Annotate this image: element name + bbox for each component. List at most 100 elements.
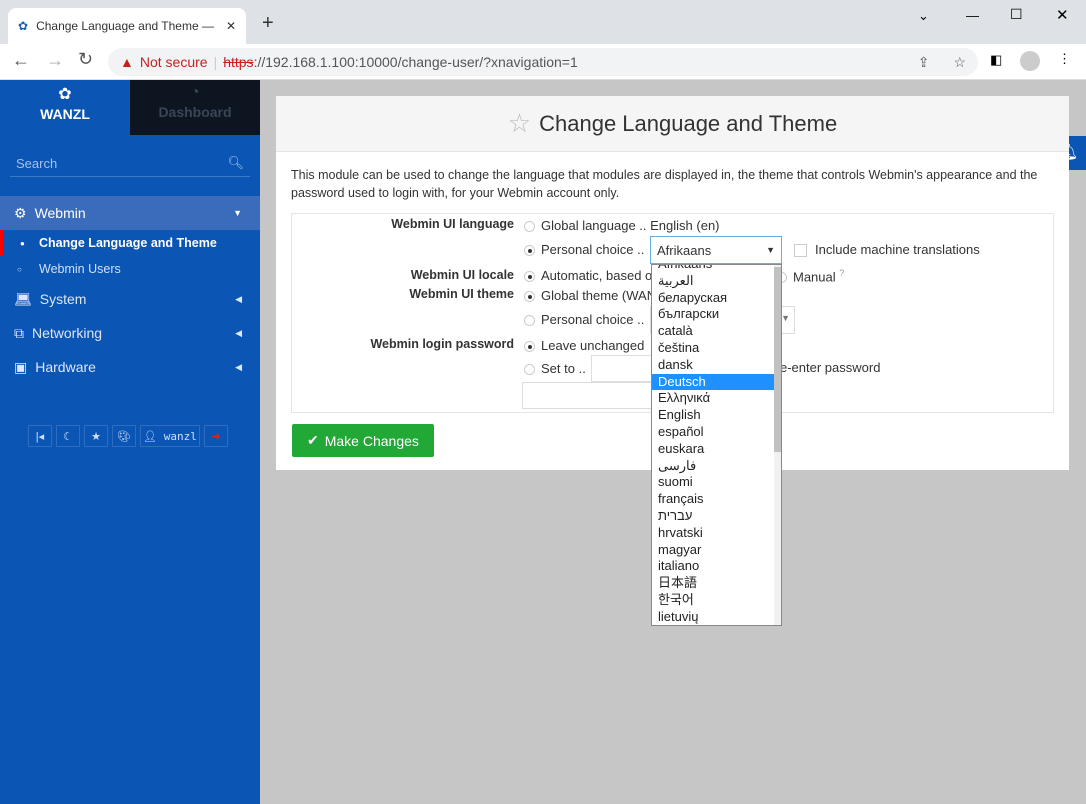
lang-global-radio[interactable]: Global language .. English (en): [524, 218, 720, 233]
sidebar-subitem-webmin-users[interactable]: ○ Webmin Users: [0, 256, 260, 282]
option-label: Manual: [793, 269, 836, 285]
sidepanel-icon[interactable]: ◧: [990, 52, 1002, 68]
dropdown-option[interactable]: magyar: [652, 542, 781, 559]
dropdown-option[interactable]: euskara: [652, 441, 781, 458]
radio[interactable]: [524, 291, 535, 303]
star-icon[interactable]: ★: [84, 425, 108, 447]
sidebar-item-system[interactable]: 💻︎ System ◀: [0, 282, 260, 316]
radio[interactable]: [524, 221, 535, 233]
theme-global-radio[interactable]: Global theme (WAN: [524, 288, 656, 303]
dropdown-option[interactable]: Ελληνικά: [652, 390, 781, 407]
option-label: Personal choice ..: [541, 312, 645, 327]
radio[interactable]: [524, 341, 535, 353]
brand-name: WANZL: [40, 106, 90, 122]
locale-auto-radio[interactable]: Automatic, based o: [524, 268, 652, 283]
dropdown-option[interactable]: català: [652, 323, 781, 340]
forward-icon[interactable]: →: [46, 50, 64, 71]
dropdown-option[interactable]: العربية: [652, 273, 781, 290]
dropdown-option[interactable]: 한국어: [652, 592, 781, 609]
dropdown-option[interactable]: עברית: [652, 508, 781, 525]
close-window-icon[interactable]: ✕: [1056, 6, 1069, 24]
warning-icon: ▲: [120, 54, 134, 70]
sidebar-item-networking[interactable]: ⧉ Networking ◀: [0, 316, 260, 350]
user-cog-icon: 👤︎: [143, 429, 158, 443]
minimize-icon[interactable]: —: [966, 8, 979, 23]
tab-search-icon[interactable]: ⌄: [918, 8, 929, 24]
menu-icon[interactable]: ⋮: [1058, 51, 1071, 67]
dropdown-option[interactable]: suomi: [652, 474, 781, 491]
dropdown-option[interactable]: italiano: [652, 558, 781, 575]
logout-icon[interactable]: ➔: [204, 425, 228, 447]
help-icon[interactable]: ?: [839, 268, 844, 278]
option-label: Global theme (WAN: [541, 288, 657, 303]
laptop-icon: 💻︎: [14, 290, 32, 307]
share-icon[interactable]: ⇪: [918, 54, 930, 71]
search-icon[interactable]: 🔍︎: [227, 155, 244, 171]
caret-left-icon: ◀: [235, 293, 242, 304]
dropdown-option[interactable]: български: [652, 306, 781, 323]
dropdown-option[interactable]: English: [652, 407, 781, 424]
page-title: Change Language and Theme: [539, 110, 838, 136]
lang-label: Webmin UI language: [391, 217, 514, 231]
moon-icon[interactable]: ☾: [56, 425, 80, 447]
url-field[interactable]: ▲ Not secure | https://192.168.1.100:100…: [108, 48, 978, 76]
brand[interactable]: ✿ WANZL: [0, 80, 130, 135]
bookmark-star-icon[interactable]: ☆: [953, 54, 966, 71]
sidebar-subitem-change-language[interactable]: ● Change Language and Theme: [0, 230, 260, 256]
theme-personal-radio[interactable]: Personal choice ..: [524, 312, 644, 327]
checkbox[interactable]: [794, 244, 807, 258]
password-label: Webmin login password: [370, 337, 514, 351]
caret-left-icon: ◀: [235, 327, 242, 338]
radio[interactable]: [524, 245, 535, 257]
security-label[interactable]: Not secure: [140, 54, 208, 70]
dropdown-option[interactable]: hrvatski: [652, 525, 781, 542]
pw-leave-radio[interactable]: Leave unchanged: [524, 338, 644, 353]
pw-set-radio[interactable]: Set to ..: [524, 361, 586, 376]
select-value: Afrikaans: [657, 242, 712, 258]
dropdown-option[interactable]: فارسی: [652, 458, 781, 475]
dropdown-option[interactable]: lietuvių: [652, 609, 781, 625]
language-dropdown-list[interactable]: Afrikaansالعربيةбеларускаябългарскиcatal…: [651, 264, 782, 626]
machine-translations-checkbox[interactable]: Include machine translations: [794, 242, 980, 258]
lang-personal-radio[interactable]: Personal choice ..: [524, 242, 644, 257]
scrollbar[interactable]: [774, 265, 781, 625]
gear-icon: ⚙: [14, 204, 27, 221]
dropdown-option[interactable]: 日本語: [652, 575, 781, 592]
language-select[interactable]: Afrikaans ▼: [650, 236, 782, 264]
radio[interactable]: [524, 271, 535, 283]
close-tab-icon[interactable]: ✕: [226, 19, 236, 33]
dropdown-option[interactable]: Afrikaans: [652, 265, 781, 273]
dashboard-icon: ◔: [190, 84, 200, 101]
new-tab-button[interactable]: +: [262, 12, 274, 35]
dropdown-option[interactable]: čeština: [652, 340, 781, 357]
dashboard-tab[interactable]: ◔ Dashboard: [130, 80, 260, 135]
dropdown-option[interactable]: español: [652, 424, 781, 441]
url-scheme: https: [223, 54, 254, 70]
caret-left-icon: ◀: [235, 361, 242, 372]
back-icon[interactable]: ←: [12, 50, 30, 71]
make-changes-button[interactable]: ✔ Make Changes: [292, 424, 434, 457]
reload-icon[interactable]: ↻: [78, 49, 93, 70]
locale-manual-radio[interactable]: Manual ?: [776, 268, 844, 284]
sidebar-subitem-label: Change Language and Theme: [39, 236, 217, 250]
page-header: ☆ Change Language and Theme: [276, 96, 1069, 152]
radio[interactable]: [524, 315, 535, 327]
dropdown-option[interactable]: беларуская: [652, 290, 781, 307]
maximize-icon[interactable]: ☐: [1010, 6, 1023, 23]
dropdown-option[interactable]: Deutsch: [652, 373, 781, 391]
hdd-icon: ▣: [14, 358, 28, 375]
dropdown-option[interactable]: français: [652, 491, 781, 508]
user-button[interactable]: 👤︎ wanzl: [140, 425, 200, 447]
favorite-star-icon[interactable]: ☆: [508, 108, 531, 139]
browser-tab[interactable]: ✿ Change Language and Theme — ✕: [8, 8, 246, 44]
radio[interactable]: [524, 364, 535, 376]
palette-icon[interactable]: 🎨︎: [112, 425, 136, 447]
profile-avatar[interactable]: [1020, 51, 1040, 71]
collapse-icon[interactable]: |◂: [28, 425, 52, 447]
network-icon: ⧉: [14, 324, 24, 341]
dropdown-option[interactable]: dansk: [652, 357, 781, 374]
search-field[interactable]: Search 🔍︎: [10, 150, 250, 177]
sidebar-item-webmin[interactable]: ⚙ Webmin ▼: [0, 196, 260, 230]
page-description: This module can be used to change the la…: [291, 168, 1038, 200]
sidebar-item-hardware[interactable]: ▣ Hardware ◀: [0, 350, 260, 384]
